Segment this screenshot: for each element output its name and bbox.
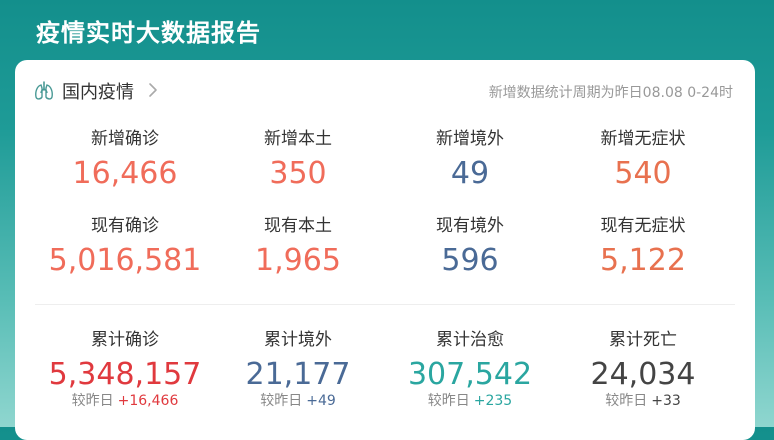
stat-new-asymptomatic: 新增无症状 540 — [553, 126, 733, 194]
stat-label: 现有本土 — [264, 216, 332, 236]
stat-value: 16,466 — [72, 156, 178, 191]
lungs-icon — [33, 80, 55, 102]
stat-value: 5,122 — [600, 243, 686, 278]
delta-value: +16,466 — [117, 393, 179, 409]
delta-value: +33 — [651, 393, 681, 409]
divider — [35, 304, 735, 305]
cumulative-stats-row: 累计确诊 5,348,157 较昨日 +16,466 累计境外 21,177 较昨… — [35, 327, 755, 409]
stat-value: 5,016,581 — [48, 243, 202, 278]
stat-value: 350 — [269, 156, 327, 191]
stat-value: 1,965 — [255, 243, 341, 278]
stat-value: 21,177 — [245, 357, 351, 392]
delta-label: 较昨日 — [71, 393, 114, 409]
stat-value: 49 — [450, 156, 490, 191]
stat-label: 现有无症状 — [600, 216, 686, 236]
current-stats-row: 现有确诊 5,016,581 现有本土 1,965 现有境外 596 现有无症状… — [35, 213, 755, 293]
stat-value: 24,034 — [590, 357, 696, 392]
stat-new-imported: 新增境外 49 — [380, 126, 560, 194]
stat-label: 现有境外 — [436, 216, 504, 236]
delta-label: 较昨日 — [605, 393, 648, 409]
stat-current-imported: 现有境外 596 — [380, 213, 560, 281]
stat-delta: 较昨日 +33 — [553, 393, 733, 409]
stat-total-recovered: 累计治愈 307,542 较昨日 +235 — [380, 327, 560, 409]
chevron-right-icon[interactable] — [147, 81, 159, 99]
stat-label: 累计治愈 — [436, 330, 504, 350]
stat-label: 新增本土 — [264, 129, 332, 149]
card-title: 国内疫情 — [62, 82, 134, 103]
card-header[interactable]: 国内疫情 新增数据统计周期为昨日08.08 0-24时 — [15, 60, 755, 120]
stat-label: 累计境外 — [264, 330, 332, 350]
stat-new-local: 新增本土 350 — [208, 126, 388, 194]
new-stats-row: 新增确诊 16,466 新增本土 350 新增境外 49 新增无症状 540 — [35, 126, 755, 206]
page-title: 疫情实时大数据报告 — [36, 19, 261, 47]
delta-label: 较昨日 — [427, 393, 470, 409]
stat-current-confirmed: 现有确诊 5,016,581 — [35, 213, 215, 281]
delta-value: +235 — [473, 393, 513, 409]
stat-label: 累计死亡 — [609, 330, 677, 350]
stat-value: 5,348,157 — [48, 357, 202, 392]
domestic-epidemic-card: 国内疫情 新增数据统计周期为昨日08.08 0-24时 新增确诊 16,466 … — [15, 60, 755, 440]
stat-delta: 较昨日 +16,466 — [35, 393, 215, 409]
stat-value: 596 — [441, 243, 499, 278]
stat-delta: 较昨日 +235 — [380, 393, 560, 409]
stat-label: 新增无症状 — [600, 129, 686, 149]
stat-label: 新增确诊 — [91, 129, 159, 149]
stat-value: 307,542 — [407, 357, 533, 392]
stat-new-confirmed: 新增确诊 16,466 — [35, 126, 215, 194]
stat-current-asymptomatic: 现有无症状 5,122 — [553, 213, 733, 281]
stat-current-local: 现有本土 1,965 — [208, 213, 388, 281]
stat-total-deaths: 累计死亡 24,034 较昨日 +33 — [553, 327, 733, 409]
stat-label: 新增境外 — [436, 129, 504, 149]
stat-delta: 较昨日 +49 — [208, 393, 388, 409]
period-note: 新增数据统计周期为昨日08.08 0-24时 — [488, 85, 733, 101]
stat-label: 累计确诊 — [91, 330, 159, 350]
stat-value: 540 — [614, 156, 672, 191]
stat-total-confirmed: 累计确诊 5,348,157 较昨日 +16,466 — [35, 327, 215, 409]
delta-label: 较昨日 — [260, 393, 303, 409]
delta-value: +49 — [306, 393, 336, 409]
stat-label: 现有确诊 — [91, 216, 159, 236]
stat-total-imported: 累计境外 21,177 较昨日 +49 — [208, 327, 388, 409]
